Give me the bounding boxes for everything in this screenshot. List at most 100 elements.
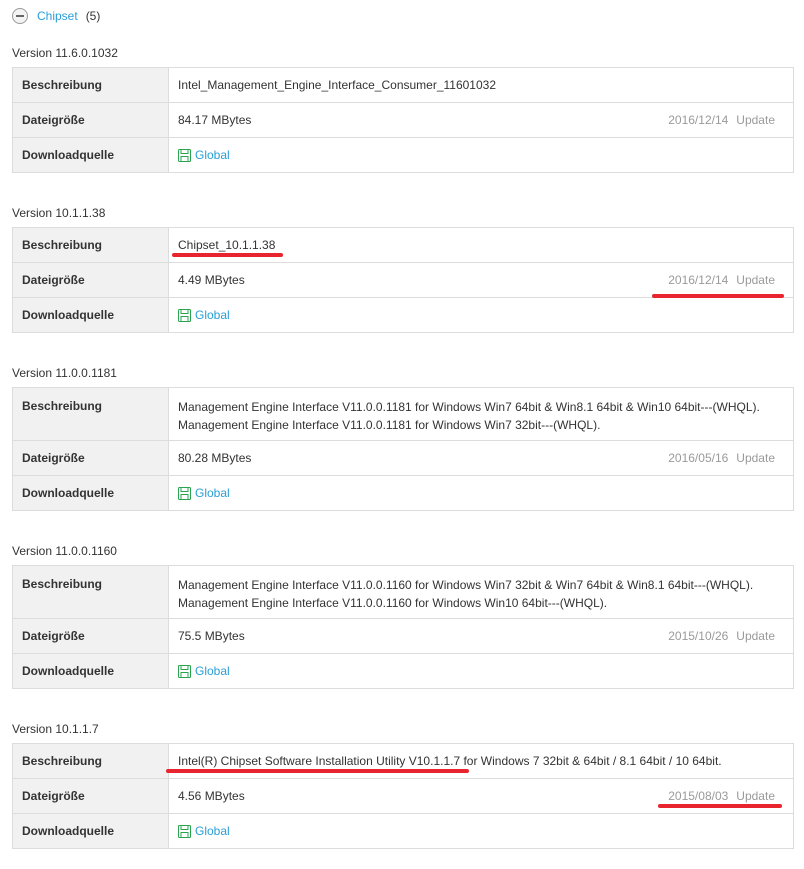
download-link-label: Global [195,664,230,678]
download-link-label: Global [195,486,230,500]
description-key: Beschreibung [13,744,169,778]
download-link-global[interactable]: Global [178,308,230,322]
version-block: Version 11.6.0.1032 Beschreibung Intel_M… [12,46,794,173]
source-key: Downloadquelle [13,298,169,332]
filesize-key: Dateigröße [13,619,169,653]
release-date: 2015/08/03 [668,789,729,803]
release-date: 2016/12/14 [668,273,729,287]
version-block: Version 10.1.1.7 Beschreibung Intel(R) C… [12,722,794,849]
version-label: Version 11.0.0.1181 [12,366,117,380]
source-value: Global [169,298,793,332]
filesize-value: 84.17 MBytes 2016/12/14 Update [169,103,793,137]
highlight-underline [172,253,283,257]
filesize-key: Dateigröße [13,779,169,813]
description-key: Beschreibung [13,68,169,102]
description-key: Beschreibung [13,228,169,262]
description-line: Intel(R) Chipset Software Installation U… [178,754,722,768]
update-label: Update [736,629,775,643]
release-date: 2016/12/14 [668,113,729,127]
filesize-key: Dateigröße [13,103,169,137]
download-link-global[interactable]: Global [178,486,230,500]
description-line: Management Engine Interface V11.0.0.1181… [178,400,760,414]
floppy-disk-icon [178,308,191,322]
filesize-text: 4.49 MBytes [178,273,245,287]
release-meta: 2015/08/03 Update [668,789,775,803]
section-header: Chipset (5) [12,6,100,26]
source-value: Global [169,654,793,688]
table-row: Downloadquelle Global [13,814,793,849]
description-line: Management Engine Interface V11.0.0.1181… [178,418,601,432]
filesize-text: 80.28 MBytes [178,451,252,465]
description-value: Intel_Management_Engine_Interface_Consum… [169,68,793,102]
release-meta: 2016/05/16 Update [668,451,775,465]
filesize-value: 75.5 MBytes 2015/10/26 Update [169,619,793,653]
description-key: Beschreibung [13,388,169,440]
description-line: Management Engine Interface V11.0.0.1160… [178,578,754,592]
table-row: Downloadquelle Global [13,138,793,173]
version-block: Version 11.0.0.1160 Beschreibung Managem… [12,544,794,689]
driver-download-page: Chipset (5) Version 11.6.0.1032 Beschrei… [0,0,804,869]
description-line: Chipset_10.1.1.38 [178,238,276,252]
filesize-text: 75.5 MBytes [178,629,245,643]
update-label: Update [736,451,775,465]
table-row: Downloadquelle Global [13,654,793,689]
info-table: Beschreibung Management Engine Interface… [12,565,794,689]
filesize-key: Dateigröße [13,441,169,475]
table-row: Dateigröße 4.49 MBytes 2016/12/14 Update [13,263,793,298]
info-table: Beschreibung Management Engine Interface… [12,387,794,511]
source-key: Downloadquelle [13,814,169,848]
release-meta: 2015/10/26 Update [668,629,775,643]
update-label: Update [736,113,775,127]
update-label: Update [736,789,775,803]
release-date: 2015/10/26 [668,629,729,643]
section-count: (5) [85,9,101,23]
update-label: Update [736,273,775,287]
description-key: Beschreibung [13,566,169,618]
description-line: Intel_Management_Engine_Interface_Consum… [178,78,497,92]
table-row: Downloadquelle Global [13,476,793,511]
floppy-disk-icon [178,664,191,678]
section-title[interactable]: Chipset [37,9,78,23]
highlight-underline [652,294,784,298]
table-row: Dateigröße 80.28 MBytes 2016/05/16 Update [13,441,793,476]
version-block: Version 10.1.1.38 Beschreibung Chipset_1… [12,206,794,333]
filesize-text: 84.17 MBytes [178,113,252,127]
table-row: Beschreibung Chipset_10.1.1.38 [13,228,793,263]
highlight-underline [166,769,469,773]
filesize-value: 4.49 MBytes 2016/12/14 Update [169,263,793,297]
download-link-label: Global [195,148,230,162]
floppy-disk-icon [178,148,191,162]
version-label: Version 11.6.0.1032 [12,46,118,60]
source-value: Global [169,138,793,172]
minus-circle-icon[interactable] [12,8,28,24]
source-key: Downloadquelle [13,138,169,172]
source-value: Global [169,476,793,510]
download-link-global[interactable]: Global [178,824,230,838]
filesize-text: 4.56 MBytes [178,789,245,803]
info-table: Beschreibung Intel(R) Chipset Software I… [12,743,794,849]
release-meta: 2016/12/14 Update [668,113,775,127]
highlight-underline [658,804,782,808]
download-link-label: Global [195,308,230,322]
version-label: Version 11.0.0.1160 [12,544,117,558]
table-row: Beschreibung Management Engine Interface… [13,566,793,619]
filesize-key: Dateigröße [13,263,169,297]
description-line: Management Engine Interface V11.0.0.1160… [178,596,608,610]
table-row: Downloadquelle Global [13,298,793,333]
source-key: Downloadquelle [13,654,169,688]
description-value: Management Engine Interface V11.0.0.1181… [169,388,793,440]
table-row: Dateigröße 4.56 MBytes 2015/08/03 Update [13,779,793,814]
table-row: Beschreibung Intel(R) Chipset Software I… [13,744,793,779]
description-value: Management Engine Interface V11.0.0.1160… [169,566,793,618]
table-row: Beschreibung Management Engine Interface… [13,388,793,441]
table-row: Beschreibung Intel_Management_Engine_Int… [13,68,793,103]
release-date: 2016/05/16 [668,451,729,465]
info-table: Beschreibung Chipset_10.1.1.38 Dateigröß… [12,227,794,333]
table-row: Dateigröße 75.5 MBytes 2015/10/26 Update [13,619,793,654]
download-link-global[interactable]: Global [178,148,230,162]
download-link-global[interactable]: Global [178,664,230,678]
download-link-label: Global [195,824,230,838]
floppy-disk-icon [178,824,191,838]
release-meta: 2016/12/14 Update [668,273,775,287]
source-key: Downloadquelle [13,476,169,510]
